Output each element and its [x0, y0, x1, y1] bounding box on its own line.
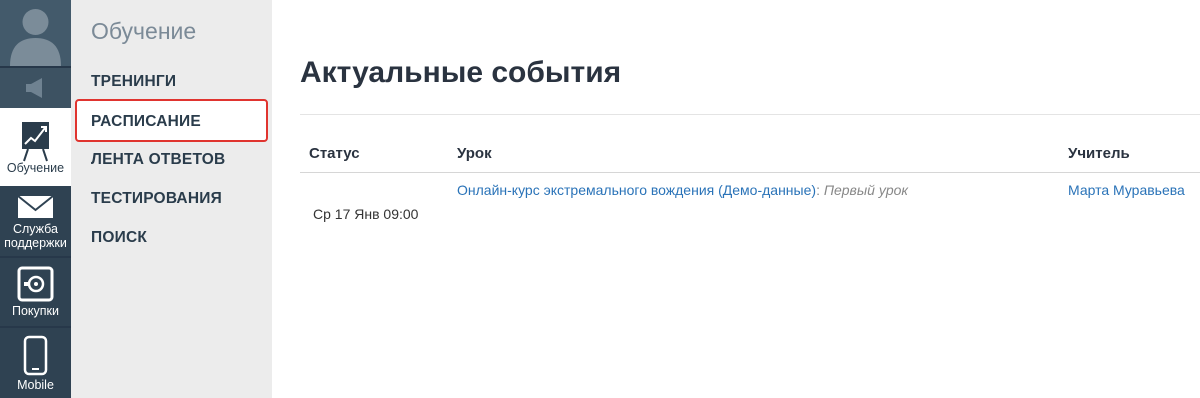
subnav-item-tests[interactable]: ТЕСТИРОВАНИЯ [91, 190, 222, 208]
icon-rail: Обучение Служба поддержки Покупки Mobile [0, 0, 71, 398]
user-avatar-icon [10, 9, 61, 66]
rail-item-label: Обучение [6, 161, 65, 175]
page-title: Актуальные события [300, 56, 622, 89]
avatar[interactable] [0, 0, 71, 66]
rail-item-learning[interactable]: Обучение [0, 108, 71, 186]
rail-item-label: Служба поддержки [4, 222, 67, 250]
megaphone-icon [26, 78, 42, 98]
course-link[interactable]: Онлайн-курс экстремального вождения (Дем… [457, 182, 816, 198]
rail-item-support[interactable]: Служба поддержки [0, 186, 71, 256]
rail-item-mobile[interactable]: Mobile [0, 326, 71, 398]
column-header-teacher: Учитель [1068, 145, 1130, 162]
envelope-icon [17, 195, 54, 218]
mobile-phone-icon [23, 335, 48, 376]
chart-board-icon [22, 122, 49, 162]
subnav-item-search[interactable]: ПОИСК [91, 229, 147, 247]
subnav-item-schedule[interactable]: РАСПИСАНИЕ [91, 113, 201, 131]
lesson-name: Первый урок [823, 182, 909, 198]
column-header-status: Статус [309, 145, 360, 162]
lesson-cell: Онлайн-курс экстремального вождения (Дем… [457, 182, 908, 198]
rail-item-label: Покупки [11, 304, 59, 318]
lesson-separator: : [816, 182, 820, 198]
rail-item-label: Mobile [17, 378, 54, 392]
column-header-lesson: Урок [457, 145, 492, 162]
teacher-link[interactable]: Марта Муравьева [1068, 182, 1185, 198]
safe-icon [17, 266, 54, 302]
section-title: Обучение [91, 18, 197, 44]
title-divider [300, 114, 1200, 115]
subnav-item-trainings[interactable]: ТРЕНИНГИ [91, 73, 176, 91]
event-date: Ср 17 Янв 09:00 [313, 206, 419, 222]
announcements-button[interactable] [0, 68, 71, 108]
rail-item-purchases[interactable]: Покупки [0, 256, 71, 326]
subnav-item-answers-feed[interactable]: ЛЕНТА ОТВЕТОВ [91, 151, 225, 169]
table-header-divider [300, 172, 1200, 173]
